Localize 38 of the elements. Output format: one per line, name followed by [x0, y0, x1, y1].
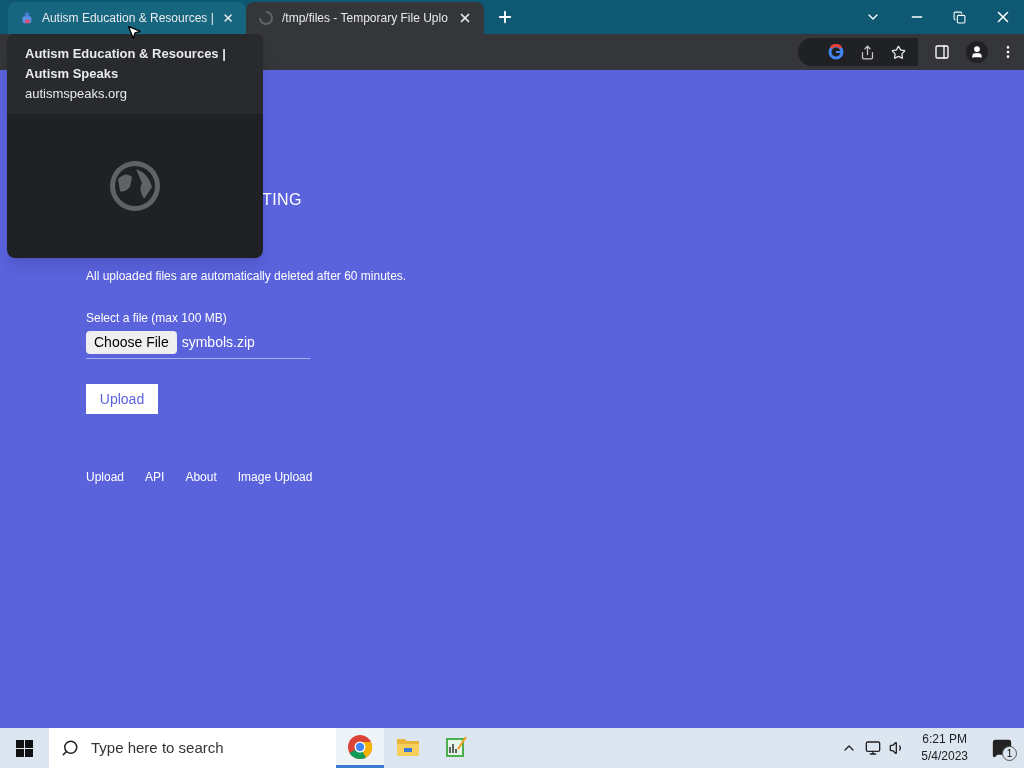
page-heading: TING: [262, 190, 302, 210]
new-tab-icon[interactable]: [496, 8, 514, 26]
notification-count: 1: [1002, 746, 1017, 761]
footer-link[interactable]: About: [185, 468, 217, 486]
footer-link[interactable]: Upload: [86, 468, 125, 486]
tab-title: Autism Education & Resources |: [41, 10, 214, 27]
restore-icon[interactable]: [953, 10, 966, 24]
browser-tab[interactable]: Autism Education & Resources |: [8, 2, 246, 34]
chart-notepad-icon: [444, 734, 468, 759]
choose-file-button[interactable]: Choose File: [86, 331, 177, 354]
close-icon[interactable]: [221, 11, 234, 25]
file-name: symbols.zip: [181, 333, 255, 352]
taskbar-search-field[interactable]: Type here to search: [49, 728, 336, 768]
loading-spinner-icon: [258, 10, 274, 26]
side-panel-icon[interactable]: [934, 44, 950, 60]
file-label: Select a file (max 100 MB): [86, 310, 227, 327]
mouse-cursor-icon: [126, 24, 142, 40]
taskbar-app[interactable]: [336, 728, 384, 768]
network-icon[interactable]: [865, 740, 882, 756]
search-placeholder: Type here to search: [91, 737, 224, 758]
clock-time[interactable]: 6:21 PM: [922, 731, 967, 748]
upload-button[interactable]: Upload: [86, 384, 158, 414]
tab-title: /tmp/files - Temporary File Uplo: [282, 10, 449, 27]
footer-link[interactable]: API: [145, 468, 165, 486]
windows-start-icon[interactable]: [16, 739, 33, 757]
chrome-icon: [347, 733, 373, 760]
search-icon: [61, 739, 79, 757]
bookmark-star-icon[interactable]: [891, 44, 906, 60]
share-icon[interactable]: [860, 44, 875, 60]
close-icon[interactable]: [458, 11, 472, 25]
google-icon[interactable]: [828, 44, 844, 60]
browser-tab[interactable]: /tmp/files - Temporary File Uplo: [246, 2, 484, 34]
notice-text: All uploaded files are automatically deleted after 60 minutes.: [86, 268, 407, 285]
profile-avatar[interactable]: [966, 41, 988, 63]
hover-card-url: autismspeaks.org: [25, 85, 128, 103]
file-input[interactable]: Choose File symbols.zip: [86, 331, 310, 359]
clock-date[interactable]: 5/4/2023: [921, 748, 968, 765]
footer-link[interactable]: Image Upload: [237, 468, 313, 486]
